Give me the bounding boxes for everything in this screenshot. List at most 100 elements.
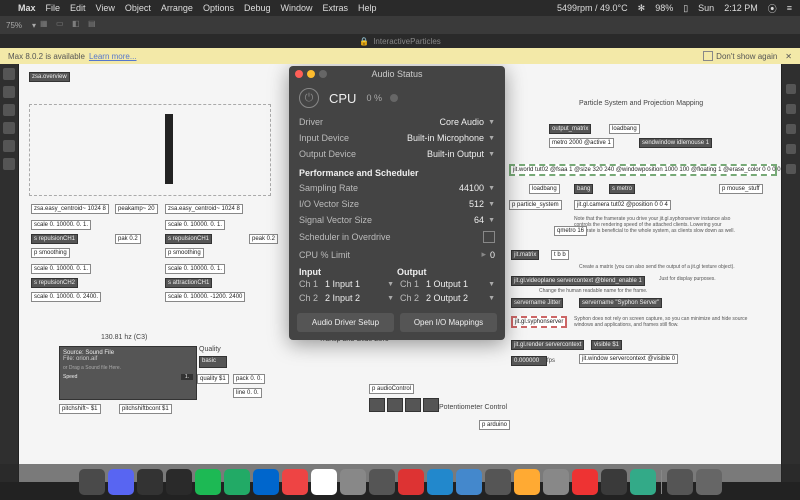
dock-app[interactable] (166, 469, 192, 495)
object-box[interactable]: pitchshiftbcont $1 (119, 404, 172, 414)
message-box[interactable]: visible $1 (591, 340, 622, 350)
signal-vector-select[interactable]: 64 (474, 215, 484, 225)
dock-app[interactable] (572, 469, 598, 495)
object-box[interactable]: peakamp~ 20 (115, 204, 158, 214)
dock-app[interactable] (311, 469, 337, 495)
battery-icon[interactable]: ▯ (683, 3, 688, 14)
tool-icon[interactable] (3, 68, 15, 80)
tool-icon[interactable] (3, 158, 15, 170)
dock-app[interactable] (398, 469, 424, 495)
object-box[interactable]: scale 0. 10000. -1200. 2400 (165, 292, 245, 302)
object-box[interactable]: jit.matrix (511, 250, 539, 260)
dock-app[interactable] (253, 469, 279, 495)
dock-app[interactable] (630, 469, 656, 495)
input-ch1-select[interactable]: 1 Input 1 (325, 279, 381, 289)
object-box[interactable]: p mouse_stuff (719, 184, 763, 194)
dock-app[interactable] (667, 469, 693, 495)
tool-icon[interactable] (786, 144, 796, 154)
tool-icon[interactable] (786, 164, 796, 174)
soundfile-panel[interactable]: Source: Sound File File: orion.aif or Dr… (59, 346, 197, 400)
object-box[interactable]: zsa.easy_centroid~ 1024 8 (165, 204, 243, 214)
fan-status[interactable]: 5499rpm / 49.0°C (557, 3, 628, 13)
output-ch1-select[interactable]: 1 Output 1 (426, 279, 482, 289)
chevron-down-icon[interactable]: ▼ (488, 119, 495, 126)
close-icon[interactable] (295, 70, 303, 78)
object-box[interactable]: output_matrix (549, 124, 591, 134)
tool-icon[interactable] (3, 140, 15, 152)
sampling-rate-select[interactable]: 44100 (459, 183, 484, 193)
toggle[interactable] (369, 398, 385, 412)
message-box[interactable]: sendwindow idlemouse 1 (639, 138, 712, 148)
tool-icon[interactable] (786, 84, 796, 94)
message-box[interactable]: bang (574, 184, 593, 194)
power-button[interactable]: ⏻ (299, 88, 319, 108)
object-box[interactable]: p particle_system (509, 200, 562, 210)
chevron-down-icon[interactable]: ▼ (488, 151, 495, 158)
overdrive-toggle[interactable] (483, 231, 495, 243)
toggle[interactable] (387, 398, 403, 412)
chevron-down-icon[interactable]: ▼ (488, 185, 495, 192)
object-box[interactable]: jit.window servercontext @visible 0 (579, 354, 678, 364)
meter-object[interactable] (165, 114, 173, 184)
number-box[interactable]: 0.000000 (511, 356, 547, 366)
menu-view[interactable]: View (96, 3, 115, 13)
tool-icon[interactable] (3, 86, 15, 98)
patcher-canvas[interactable]: zsa.overview zsa.easy_centroid~ 1024 8 p… (19, 64, 781, 482)
object-box[interactable]: p arduino (479, 420, 510, 430)
menu-options[interactable]: Options (203, 3, 234, 13)
menu-debug[interactable]: Debug (244, 3, 271, 13)
input-ch2-select[interactable]: 2 Input 2 (325, 293, 381, 303)
object-box[interactable]: p smoothing (31, 248, 70, 258)
object-box[interactable]: pack 0. 0. (233, 374, 265, 384)
dock-app[interactable] (369, 469, 395, 495)
spotlight-icon[interactable]: ⦿ (768, 2, 777, 15)
object-box[interactable]: scale 0. 10000. 0. 1. (165, 264, 225, 274)
dock-app[interactable] (340, 469, 366, 495)
toggle[interactable] (423, 398, 439, 412)
dock-app[interactable] (282, 469, 308, 495)
tool-icon[interactable]: ▦ (40, 19, 52, 31)
object-box[interactable]: scale 0. 10000. 0. 1. (165, 220, 225, 230)
object-box[interactable]: jit.gl.videoplane servercontext @blend_e… (511, 276, 645, 286)
clock-time[interactable]: 2:12 PM (724, 3, 758, 13)
object-box[interactable]: peak 0.2 (249, 234, 278, 244)
object-box[interactable]: jit.gl.camera tut02 @position 0 0 4 (574, 200, 671, 210)
dock-app[interactable] (485, 469, 511, 495)
dock-app[interactable] (137, 469, 163, 495)
dock-app[interactable] (195, 469, 221, 495)
dock-trash[interactable] (696, 469, 722, 495)
menu-arrange[interactable]: Arrange (161, 3, 193, 13)
object-box[interactable]: t b b (551, 250, 569, 260)
tool-icon[interactable] (786, 104, 796, 114)
object-box[interactable]: s repulsionCH1 (31, 234, 78, 244)
chevron-down-icon[interactable]: ▾ (32, 21, 36, 30)
object-box[interactable]: s repulsionCH2 (31, 278, 78, 288)
object-box[interactable]: zsa.easy_centroid~ 1024 8 (31, 204, 109, 214)
dock-app[interactable] (456, 469, 482, 495)
menu-help[interactable]: Help (358, 3, 377, 13)
dock-app[interactable] (514, 469, 540, 495)
message-box[interactable]: servername Jitter (511, 298, 563, 308)
toggle[interactable] (405, 398, 421, 412)
dont-show-checkbox[interactable] (703, 51, 713, 61)
object-box[interactable]: metro 2000 @active 1 (549, 138, 614, 148)
menu-icon[interactable]: ≡ (787, 3, 792, 13)
cpu-limit-input[interactable]: 0 (490, 250, 495, 260)
output-device-select[interactable]: Built-in Output (427, 149, 484, 159)
object-box[interactable]: s metro (609, 184, 635, 194)
object-box[interactable]: scale 0. 10000. 0. 1. (31, 264, 91, 274)
tool-icon[interactable] (3, 122, 15, 134)
object-box[interactable]: p smoothing (165, 248, 204, 258)
object-box[interactable]: loadbang (529, 184, 560, 194)
chevron-down-icon[interactable]: ▼ (488, 135, 495, 142)
object-box[interactable]: quality $1 (197, 374, 229, 384)
object-box[interactable]: scale 0. 10000. 0. 1. (31, 220, 91, 230)
zoom-icon[interactable] (319, 70, 327, 78)
minimize-icon[interactable] (307, 70, 315, 78)
dock-app[interactable] (601, 469, 627, 495)
io-vector-select[interactable]: 512 (469, 199, 484, 209)
object-box[interactable]: jit.world tut02 @fsaa 1 @size 320 240 @w… (509, 164, 777, 176)
dock-app[interactable] (543, 469, 569, 495)
learn-more-link[interactable]: Learn more... (89, 52, 137, 61)
object-box[interactable]: s attractionCH1 (165, 278, 212, 288)
